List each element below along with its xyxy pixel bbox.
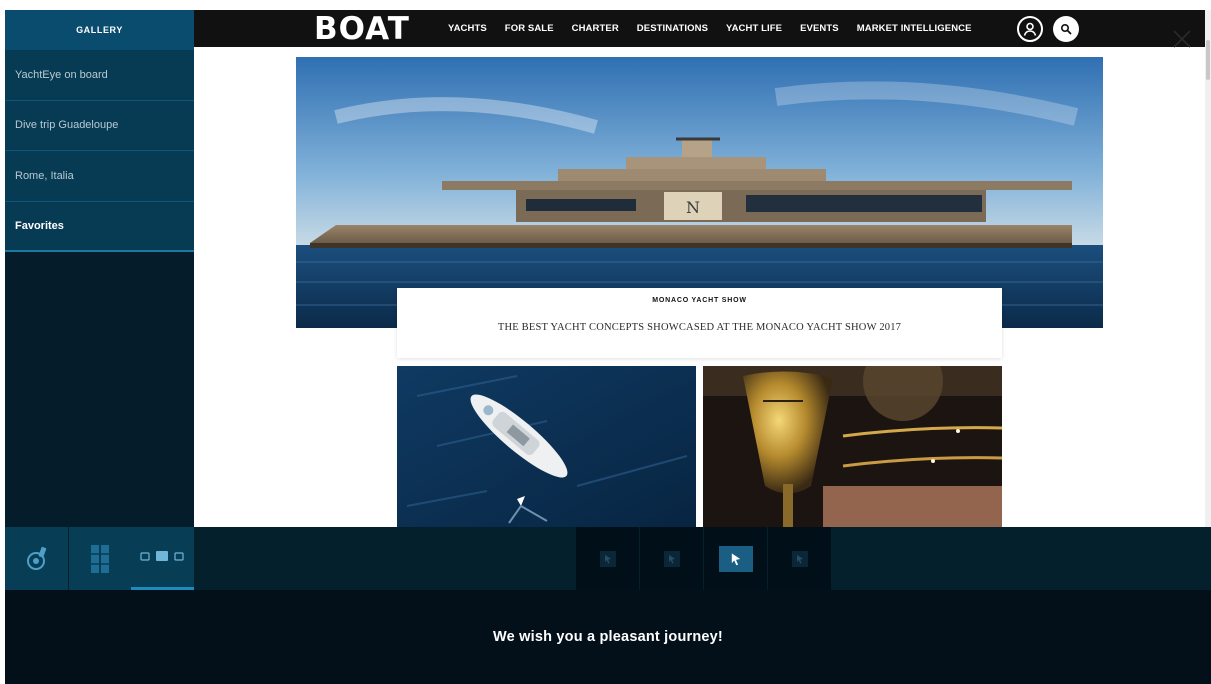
panels-icon[interactable] — [69, 527, 131, 590]
thumbnail-aerial-yacht[interactable] — [397, 366, 696, 527]
user-account-icon[interactable] — [1017, 16, 1043, 42]
bottom-toolbar — [5, 527, 1211, 590]
sidebar-item-label: Favorites — [15, 219, 64, 232]
svg-text:N: N — [686, 198, 700, 217]
footer-banner: We wish you a pleasant journey! — [5, 590, 1211, 684]
sidebar-item-label: Dive trip Guadeloupe — [15, 119, 119, 132]
nav-events[interactable]: EVENTS — [800, 23, 839, 34]
sidebar-item-yachteye[interactable]: YachtEye on board — [5, 50, 194, 101]
article-headline[interactable]: THE BEST YACHT CONCEPTS SHOWCASED AT THE… — [397, 322, 1002, 333]
gallery-header[interactable]: GALLERY — [5, 10, 194, 50]
gallery-sidebar: GALLERY YachtEye on board Dive trip Guad… — [5, 10, 194, 527]
sidebar-item-rome[interactable]: Rome, Italia — [5, 151, 194, 202]
thumbnail-interior-chandelier[interactable] — [703, 366, 1002, 527]
scrollbar-thumb[interactable] — [1206, 40, 1210, 80]
app-window: GALLERY YachtEye on board Dive trip Guad… — [0, 0, 1211, 684]
screen-slot-3[interactable] — [704, 527, 767, 590]
nav-destinations[interactable]: DESTINATIONS — [637, 23, 708, 34]
web-view: BOAT YACHTS FOR SALE CHARTER DESTINATION… — [194, 10, 1211, 527]
nav-yacht-life[interactable]: YACHT LIFE — [726, 23, 782, 34]
screen-slot-4[interactable] — [768, 527, 831, 590]
site-navbar: BOAT YACHTS FOR SALE CHARTER DESTINATION… — [194, 10, 1205, 47]
brush-icon[interactable] — [5, 527, 68, 590]
sidebar-item-label: Rome, Italia — [15, 169, 74, 182]
search-icon[interactable] — [1053, 16, 1079, 42]
sidebar-item-dive-trip[interactable]: Dive trip Guadeloupe — [5, 100, 194, 151]
page-scrollbar[interactable] — [1205, 10, 1211, 527]
sidebar-item-label: YachtEye on board — [15, 68, 108, 81]
article-category: MONACO YACHT SHOW — [652, 297, 747, 304]
nav-yachts[interactable]: YACHTS — [448, 23, 487, 34]
sidebar-item-favorites[interactable]: Favorites — [5, 201, 194, 252]
close-icon[interactable] — [1170, 27, 1194, 51]
screen-slot-2[interactable] — [640, 527, 703, 590]
nav-charter[interactable]: CHARTER — [572, 23, 619, 34]
footer-message: We wish you a pleasant journey! — [493, 629, 723, 645]
nav-for-sale[interactable]: FOR SALE — [505, 23, 554, 34]
site-nav: YACHTS FOR SALE CHARTER DESTINATIONS YAC… — [448, 10, 990, 47]
article-card[interactable]: MONACO YACHT SHOW THE BEST YACHT CONCEPT… — [397, 288, 1002, 358]
nav-market-intelligence[interactable]: MARKET INTELLIGENCE — [857, 23, 972, 34]
site-logo[interactable]: BOAT — [314, 11, 410, 47]
screen-slot-1[interactable] — [576, 527, 639, 590]
view-mode-icon[interactable] — [131, 527, 194, 590]
